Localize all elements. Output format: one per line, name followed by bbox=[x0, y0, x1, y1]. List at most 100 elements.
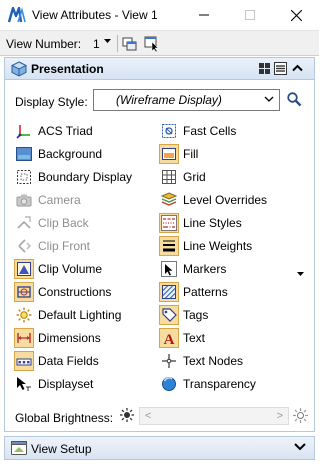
attribute-toggle-default-lighting[interactable]: Default Lighting bbox=[15, 305, 121, 325]
view-number-dropdown[interactable]: 1 bbox=[93, 37, 100, 51]
presentation-cube-icon bbox=[11, 61, 27, 77]
clip-volume-icon bbox=[14, 259, 34, 279]
attribute-label: Level Overrides bbox=[183, 193, 268, 207]
dimensions-icon bbox=[14, 328, 34, 348]
minimize-icon bbox=[199, 14, 209, 16]
apply-to-view-icon[interactable] bbox=[144, 36, 160, 52]
attribute-label: ACS Triad bbox=[38, 124, 93, 138]
markers-icon bbox=[160, 260, 178, 278]
collapse-panel-icon[interactable] bbox=[291, 62, 304, 75]
attribute-toggle-boundary-display[interactable]: Boundary Display bbox=[15, 167, 132, 187]
grid-view-icon[interactable] bbox=[258, 62, 271, 75]
attribute-toggle-level-overrides[interactable]: Level Overrides bbox=[160, 190, 267, 210]
attribute-toggle-fast-cells[interactable]: Fast Cells bbox=[160, 121, 236, 141]
close-icon bbox=[290, 9, 302, 21]
attribute-label: Dimensions bbox=[38, 331, 101, 345]
attribute-toggle-data-fields[interactable]: Data Fields bbox=[14, 351, 99, 371]
view-setup-panel-header[interactable]: View Setup bbox=[4, 436, 315, 460]
attribute-label: Default Lighting bbox=[38, 308, 122, 322]
view-setup-icon bbox=[11, 441, 27, 455]
maximize-button[interactable] bbox=[227, 0, 273, 30]
attribute-label: Fill bbox=[183, 147, 199, 161]
attribute-label: Data Fields bbox=[38, 354, 99, 368]
chevron-down-icon[interactable] bbox=[104, 39, 111, 44]
fill-icon bbox=[159, 144, 179, 164]
view-number-label: View Number: bbox=[6, 37, 82, 51]
level-overrides-icon bbox=[160, 191, 178, 209]
attribute-toggle-acs-triad[interactable]: ACS Triad bbox=[15, 121, 93, 141]
attribute-label: Text Nodes bbox=[183, 354, 244, 368]
brightness-increase-arrow[interactable]: > bbox=[277, 410, 283, 422]
attribute-toggle-fill[interactable]: Fill bbox=[159, 144, 199, 164]
markers-dropdown-arrow[interactable] bbox=[297, 266, 304, 280]
microstation-logo-icon bbox=[8, 7, 26, 23]
attribute-label: Grid bbox=[183, 170, 206, 184]
brightness-low-icon bbox=[120, 408, 134, 422]
view-setup-title: View Setup bbox=[31, 442, 92, 456]
display-style-label: Display Style: bbox=[15, 95, 88, 109]
toolbar-divider bbox=[117, 35, 118, 52]
attribute-label: Displayset bbox=[38, 377, 94, 391]
patterns-icon bbox=[159, 282, 179, 302]
attribute-toggle-grid[interactable]: Grid bbox=[160, 167, 206, 187]
constructions-icon bbox=[14, 282, 34, 302]
attribute-label: Background bbox=[38, 147, 103, 161]
close-button[interactable] bbox=[273, 0, 319, 30]
global-brightness-slider[interactable]: < > bbox=[139, 407, 289, 425]
attribute-label: Clip Back bbox=[38, 216, 89, 230]
clip-front-icon bbox=[15, 237, 33, 255]
attribute-toggle-text-nodes[interactable]: Text Nodes bbox=[160, 351, 243, 371]
attribute-toggle-text[interactable]: A Text bbox=[159, 328, 206, 348]
search-icon[interactable] bbox=[286, 91, 302, 107]
brightness-decrease-arrow[interactable]: < bbox=[145, 410, 151, 422]
attribute-toggle-clip-back[interactable]: Clip Back bbox=[15, 213, 89, 233]
attribute-label: Clip Volume bbox=[38, 262, 103, 276]
presentation-panel: Presentation Display Style: (Wireframe D… bbox=[4, 57, 315, 432]
attribute-label: Patterns bbox=[183, 285, 228, 299]
attribute-toggle-line-styles[interactable]: Line Styles bbox=[159, 213, 242, 233]
boundary-display-icon bbox=[15, 168, 33, 186]
attribute-label: Fast Cells bbox=[183, 124, 237, 138]
attribute-toggle-camera[interactable]: Camera bbox=[15, 190, 81, 210]
default-lighting-icon bbox=[15, 306, 33, 324]
attribute-toggle-transparency[interactable]: Transparency bbox=[160, 374, 256, 394]
camera-icon bbox=[15, 191, 33, 209]
display-style-value: (Wireframe Display) bbox=[116, 93, 222, 107]
list-view-icon[interactable] bbox=[274, 62, 287, 75]
attribute-toggle-dimensions[interactable]: Dimensions bbox=[14, 328, 101, 348]
fast-cells-icon bbox=[160, 122, 178, 140]
displayset-icon bbox=[15, 375, 33, 393]
attribute-toggle-markers[interactable]: Markers bbox=[160, 259, 304, 279]
copy-view-attributes-icon[interactable] bbox=[122, 36, 138, 52]
attribute-toggle-line-weights[interactable]: Line Weights bbox=[159, 236, 252, 256]
attribute-toggle-constructions[interactable]: Constructions bbox=[14, 282, 111, 302]
line-weights-icon bbox=[159, 236, 179, 256]
clip-back-icon bbox=[15, 214, 33, 232]
expand-panel-icon[interactable] bbox=[294, 442, 306, 452]
attribute-toggle-tags[interactable]: Tags bbox=[159, 305, 209, 325]
minimize-button[interactable] bbox=[181, 0, 227, 30]
attribute-label: Boundary Display bbox=[38, 170, 133, 184]
attribute-label: Markers bbox=[183, 262, 227, 276]
presentation-panel-title: Presentation bbox=[31, 62, 104, 76]
attribute-label: Tags bbox=[183, 308, 209, 322]
transparency-icon bbox=[160, 375, 178, 393]
tags-icon bbox=[159, 305, 179, 325]
grid-icon bbox=[160, 168, 178, 186]
attribute-toggle-clip-volume[interactable]: Clip Volume bbox=[14, 259, 103, 279]
attribute-toggle-clip-front[interactable]: Clip Front bbox=[15, 236, 90, 256]
attribute-label: Text bbox=[183, 331, 206, 345]
text-nodes-icon bbox=[160, 352, 178, 370]
attribute-toggle-displayset[interactable]: Displayset bbox=[15, 374, 93, 394]
attribute-toggle-background[interactable]: Background bbox=[15, 144, 102, 164]
attribute-toggle-patterns[interactable]: Patterns bbox=[159, 282, 228, 302]
presentation-panel-header[interactable]: Presentation bbox=[5, 58, 314, 80]
display-style-dropdown[interactable]: (Wireframe Display) bbox=[93, 89, 280, 111]
brightness-high-icon bbox=[293, 408, 308, 423]
acs-triad-icon bbox=[15, 122, 33, 140]
chevron-down-icon bbox=[264, 96, 274, 102]
attribute-label: Camera bbox=[38, 193, 81, 207]
attribute-label: Line Styles bbox=[183, 216, 242, 230]
global-brightness-label: Global Brightness: bbox=[15, 411, 114, 425]
title-bar: View Attributes - View 1 bbox=[0, 0, 319, 30]
